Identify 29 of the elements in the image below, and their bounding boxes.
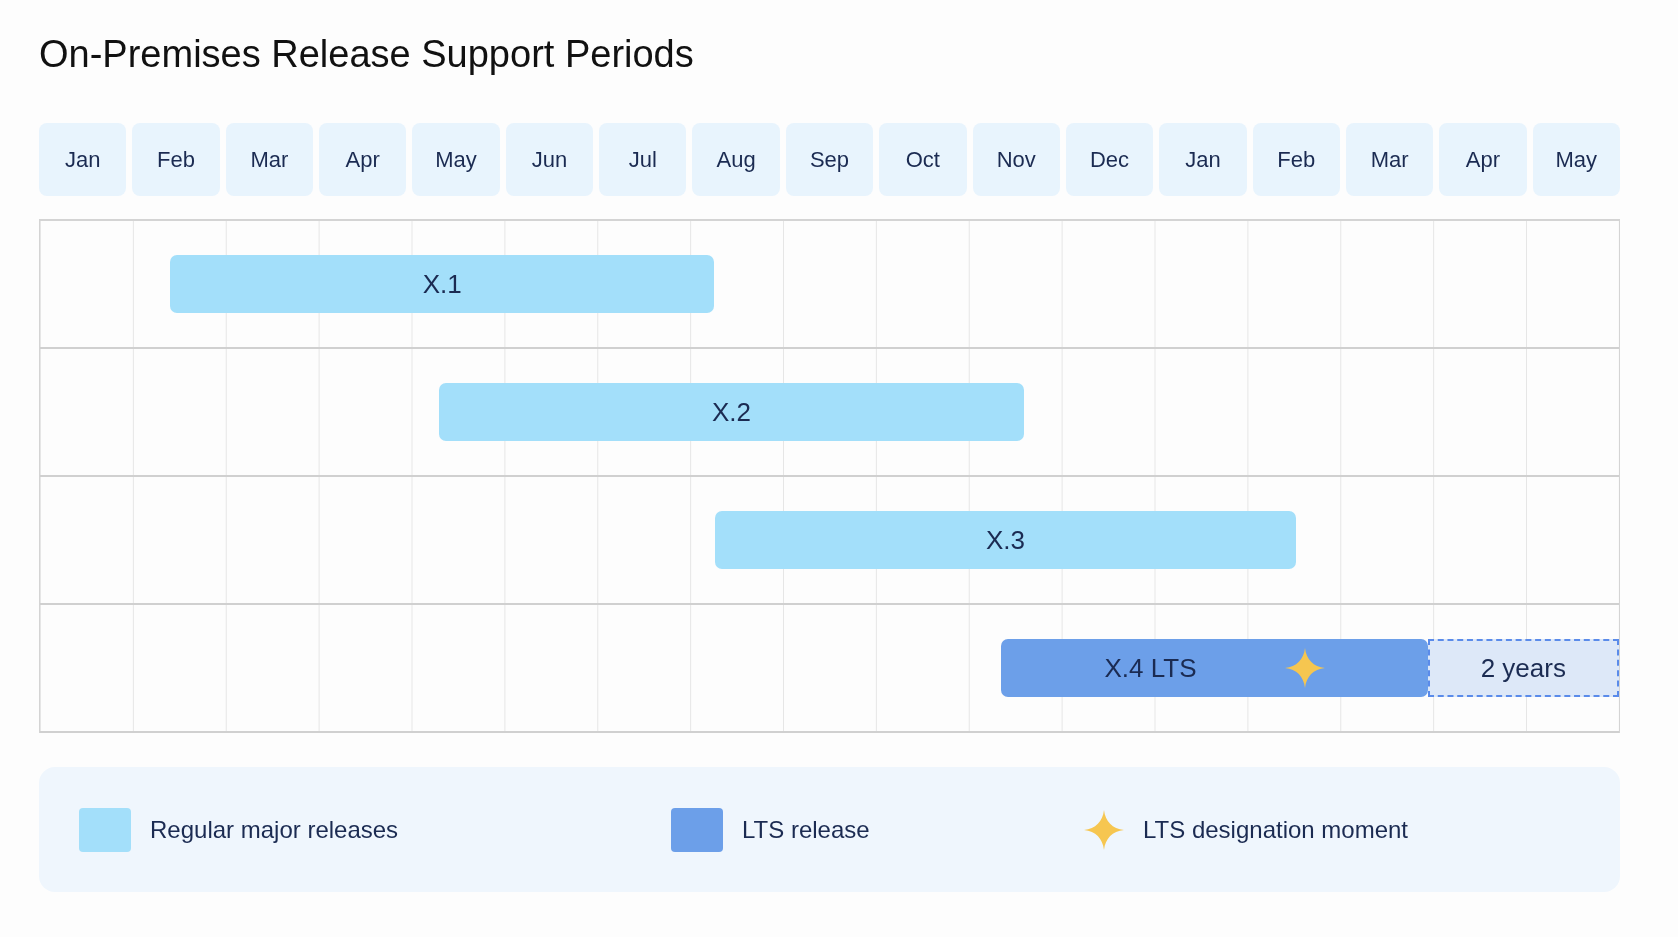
month-header: Apr <box>319 123 407 196</box>
month-header: Mar <box>1345 123 1434 196</box>
swatch-icon <box>79 807 131 852</box>
month-header: Feb <box>1252 123 1340 196</box>
month-header: Feb <box>132 123 220 196</box>
release-label: X.2 <box>712 395 751 429</box>
month-header: Nov <box>972 123 1060 196</box>
month-header: Jun <box>505 123 594 196</box>
month-header: Apr <box>1439 123 1527 196</box>
extension-bar: 2 years <box>1427 639 1619 697</box>
legend-label: Regular major releases <box>150 814 399 845</box>
legend-label: LTS release <box>742 814 870 845</box>
swatch-icon <box>671 807 723 852</box>
legend-label: LTS designation moment <box>1143 814 1409 845</box>
month-header: Sep <box>785 123 874 196</box>
release-label: X.4 LTS <box>1104 651 1197 685</box>
month-header: Aug <box>692 123 780 196</box>
month-header: Dec <box>1065 123 1154 196</box>
month-header: May <box>412 123 500 196</box>
release-label: X.1 <box>422 267 462 301</box>
month-header: Mar <box>225 123 314 196</box>
release-label: X.3 <box>986 523 1025 557</box>
month-header: Jan <box>39 123 127 196</box>
sparkle-icon <box>1084 809 1124 850</box>
month-header: Jul <box>599 123 687 196</box>
page-title: On-Premises Release Support Periods <box>39 32 695 77</box>
month-header: May <box>1532 123 1620 196</box>
month-header: Jan <box>1159 123 1247 196</box>
month-header: Oct <box>879 123 967 196</box>
